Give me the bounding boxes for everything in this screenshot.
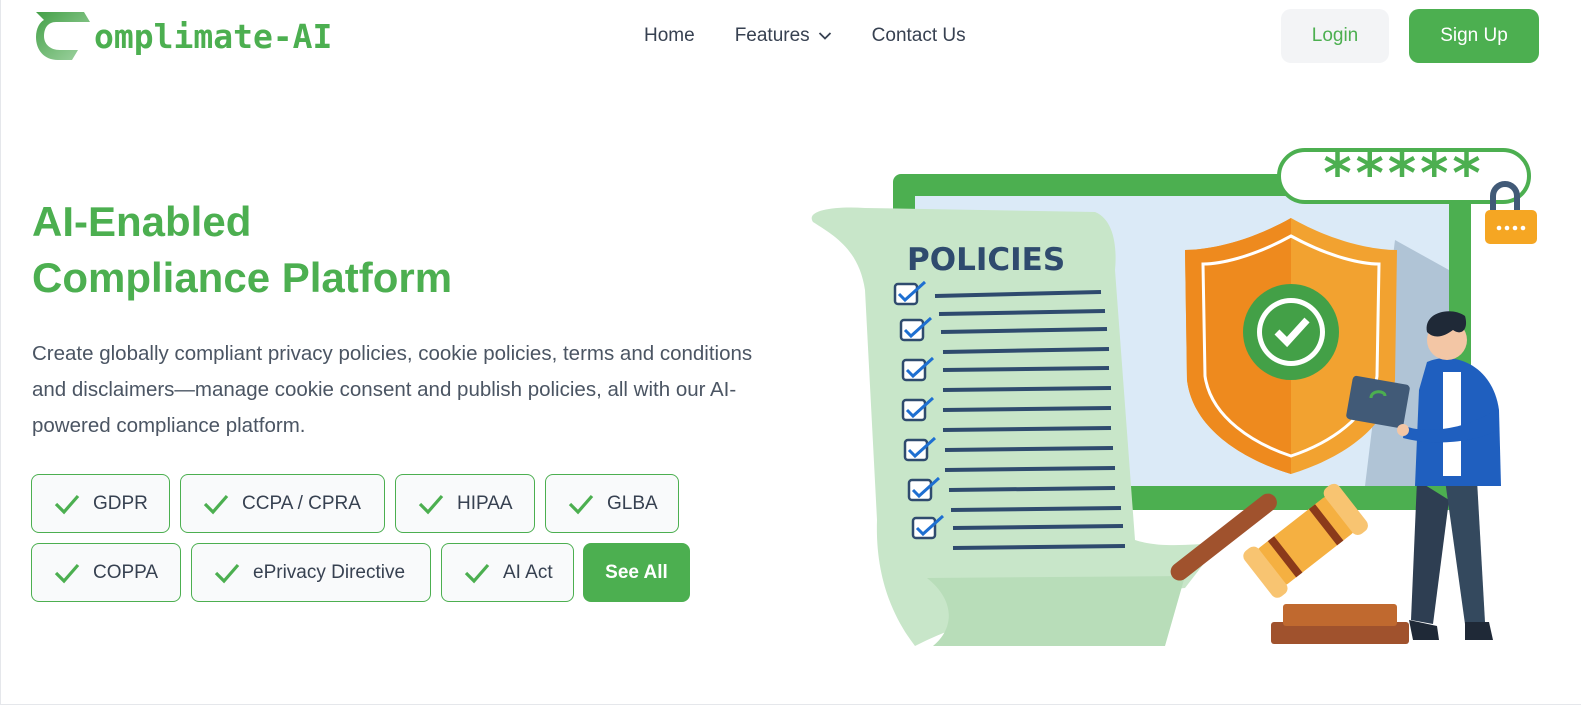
brand-logo[interactable]: omplimate-AI bbox=[32, 10, 332, 62]
nav-contact[interactable]: Contact Us bbox=[872, 24, 966, 48]
chip-label: HIPAA bbox=[457, 492, 513, 514]
chip-label: COPPA bbox=[93, 561, 159, 583]
site-header: omplimate-AI Home Features Contact Us Lo… bbox=[0, 0, 1581, 74]
check-icon bbox=[54, 563, 80, 583]
chip-label: AI Act bbox=[503, 561, 553, 583]
hero-illustration: ***** POLICIES bbox=[811, 142, 1537, 646]
login-button[interactable]: Login bbox=[1281, 9, 1389, 63]
chip-ccpa-cpra[interactable]: CCPA / CPRA bbox=[180, 474, 385, 533]
chip-label: GLBA bbox=[607, 492, 658, 514]
chip-hipaa[interactable]: HIPAA bbox=[395, 474, 535, 533]
hero-title-line2: Compliance Platform bbox=[32, 254, 453, 301]
chip-gdpr[interactable]: GDPR bbox=[31, 474, 170, 533]
check-icon bbox=[418, 494, 444, 514]
chip-glba[interactable]: GLBA bbox=[545, 474, 679, 533]
hero-title: AI-Enabled Compliance Platform bbox=[32, 194, 452, 306]
check-icon bbox=[203, 494, 229, 514]
chip-label: GDPR bbox=[93, 492, 148, 514]
brand-name: omplimate-AI bbox=[94, 16, 333, 56]
check-icon bbox=[214, 563, 240, 583]
chip-label: ePrivacy Directive bbox=[253, 561, 406, 583]
check-icon bbox=[568, 494, 594, 514]
see-all-button[interactable]: See All bbox=[583, 543, 690, 602]
chip-ai-act[interactable]: AI Act bbox=[441, 543, 574, 602]
password-mask: ***** bbox=[1323, 142, 1484, 205]
nav-contact-label: Contact Us bbox=[871, 25, 966, 46]
chevron-down-icon bbox=[818, 32, 831, 40]
check-icon bbox=[464, 563, 490, 583]
check-icon bbox=[54, 494, 80, 514]
main-nav: Home Features Contact Us bbox=[644, 24, 966, 48]
nav-home-label: Home bbox=[644, 25, 695, 46]
chip-label: CCPA / CPRA bbox=[242, 492, 361, 514]
nav-features-dropdown[interactable]: Features bbox=[735, 24, 832, 48]
logo-mark-icon bbox=[36, 12, 90, 60]
chip-coppa[interactable]: COPPA bbox=[31, 543, 181, 602]
nav-home[interactable]: Home bbox=[644, 24, 695, 48]
nav-features-label: Features bbox=[734, 25, 810, 46]
hero-title-line1: AI-Enabled bbox=[32, 198, 252, 245]
hero-description: Create globally compliant privacy polici… bbox=[32, 342, 753, 437]
signup-button[interactable]: Sign Up bbox=[1409, 9, 1539, 63]
policies-heading: POLICIES bbox=[907, 242, 1065, 278]
chip-eprivacy-directive[interactable]: ePrivacy Directive bbox=[191, 543, 431, 602]
